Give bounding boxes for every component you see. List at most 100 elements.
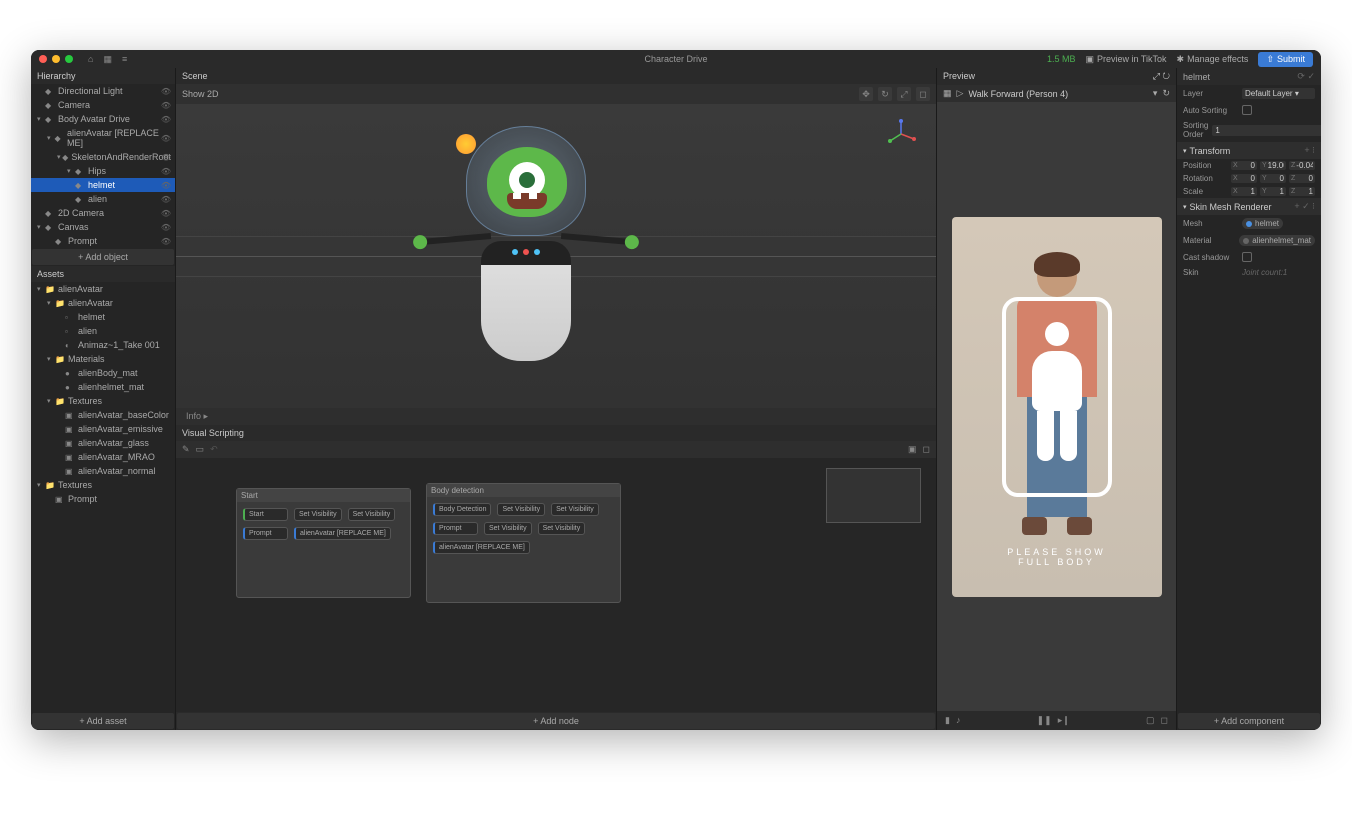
hierarchy-item[interactable]: ▾◆Canvas👁: [31, 220, 175, 234]
hierarchy-item[interactable]: ◆2D Camera👁: [31, 206, 175, 220]
vs-node[interactable]: Prompt: [433, 522, 478, 535]
play-icon[interactable]: ▷: [957, 88, 964, 99]
position-x-input[interactable]: X: [1231, 161, 1257, 170]
asset-item[interactable]: ●alienhelmet_mat: [31, 380, 175, 394]
show-2d-button[interactable]: Show 2D: [182, 89, 219, 99]
position-z-input[interactable]: Z: [1289, 161, 1315, 170]
move-tool-icon[interactable]: ✥: [859, 87, 873, 101]
maximize-window-icon[interactable]: [65, 55, 73, 63]
add-object-button[interactable]: + Add object: [32, 249, 174, 265]
asset-item[interactable]: ●alienBody_mat: [31, 366, 175, 380]
vs-node[interactable]: Set Visibility: [551, 503, 599, 516]
record-icon[interactable]: ◻: [1161, 715, 1168, 726]
vs-canvas[interactable]: Start Start Set Visibility Set Visibilit…: [176, 458, 936, 712]
manage-effects-button[interactable]: ✱ Manage effects: [1177, 54, 1249, 65]
hierarchy-item[interactable]: ▾◆Body Avatar Drive👁: [31, 112, 175, 126]
rotation-x-input[interactable]: X: [1231, 174, 1257, 183]
add-asset-button[interactable]: + Add asset: [32, 713, 174, 729]
scale-y-input[interactable]: Y: [1260, 187, 1286, 196]
expand-icon[interactable]: ◻: [923, 444, 930, 455]
asset-item[interactable]: ▣alienAvatar_MRAO: [31, 450, 175, 464]
next-frame-icon[interactable]: ▸❙: [1058, 715, 1070, 726]
material-chip[interactable]: alienhelmet_mat: [1239, 235, 1315, 246]
transform-section[interactable]: ▾Transform + ⁝: [1177, 142, 1321, 159]
vs-node[interactable]: Body Detection: [433, 503, 491, 516]
mesh-chip[interactable]: helmet: [1242, 218, 1283, 229]
scale-x-input[interactable]: X: [1231, 187, 1257, 196]
asset-item[interactable]: ▫alien: [31, 324, 175, 338]
home-icon[interactable]: ⌂: [88, 54, 93, 65]
orientation-gizmo[interactable]: [886, 119, 916, 149]
undo-icon[interactable]: ↶: [210, 444, 218, 455]
camera-icon[interactable]: ▦: [943, 88, 952, 99]
renderer-section[interactable]: ▾Skin Mesh Renderer + ✓ ⁝: [1177, 198, 1321, 215]
node-group-body-detection[interactable]: Body detection Body Detection Set Visibi…: [426, 483, 621, 603]
alien-character[interactable]: [441, 126, 611, 386]
asset-item[interactable]: ▣alienAvatar_emissive: [31, 422, 175, 436]
scene-viewport[interactable]: [176, 104, 936, 408]
vs-node[interactable]: Set Visibility: [497, 503, 545, 516]
vs-node[interactable]: Start: [243, 508, 288, 521]
grid-icon[interactable]: ▦: [103, 54, 112, 65]
info-bar[interactable]: Info ▸: [176, 408, 936, 425]
asset-item[interactable]: ▣Prompt: [31, 492, 175, 506]
pause-icon[interactable]: ❚❚: [1037, 715, 1052, 726]
hierarchy-item[interactable]: ◆Prompt👁: [31, 234, 175, 248]
add-component-button[interactable]: + Add component: [1178, 713, 1320, 729]
rotation-y-input[interactable]: Y: [1260, 174, 1286, 183]
asset-item[interactable]: ▾📁alienAvatar: [31, 282, 175, 296]
add-node-button[interactable]: + Add node: [177, 713, 935, 729]
rect-tool-icon[interactable]: ◻: [916, 87, 930, 101]
vs-node[interactable]: Set Visibility: [538, 522, 586, 535]
hierarchy-item[interactable]: ◆Directional Light👁: [31, 84, 175, 98]
submit-button[interactable]: ⇧ Submit: [1258, 52, 1313, 67]
asset-item[interactable]: ▾📁alienAvatar: [31, 296, 175, 310]
close-window-icon[interactable]: [39, 55, 47, 63]
device-icon[interactable]: ▮: [945, 715, 950, 726]
tiktok-icon[interactable]: ♪: [956, 715, 961, 726]
asset-item[interactable]: ▣alienAvatar_normal: [31, 464, 175, 478]
asset-item[interactable]: ▾📁Textures: [31, 478, 175, 492]
rotate-tool-icon[interactable]: ↻: [878, 87, 892, 101]
minimize-window-icon[interactable]: [52, 55, 60, 63]
fit-view-icon[interactable]: ▣: [908, 444, 917, 455]
asset-item[interactable]: ▫helmet: [31, 310, 175, 324]
screenshot-icon[interactable]: ▢: [1146, 715, 1155, 726]
scale-tool-icon[interactable]: ⤢: [897, 87, 911, 101]
animation-name[interactable]: Walk Forward (Person 4): [968, 89, 1147, 99]
layers-icon[interactable]: ≡: [122, 54, 127, 65]
hierarchy-item[interactable]: ▾◆alienAvatar [REPLACE ME]👁: [31, 126, 175, 150]
preview-popout-icon[interactable]: ⤢ ↻: [1153, 71, 1170, 82]
cast-shadow-checkbox[interactable]: [1242, 252, 1252, 262]
vs-minimap[interactable]: [826, 468, 921, 523]
node-group-start[interactable]: Start Start Set Visibility Set Visibilit…: [236, 488, 411, 598]
rotation-z-input[interactable]: Z: [1289, 174, 1315, 183]
scale-z-input[interactable]: Z: [1289, 187, 1315, 196]
lock-icon[interactable]: ⟳ ✓: [1297, 71, 1315, 82]
vs-node[interactable]: Set Visibility: [348, 508, 396, 521]
position-y-input[interactable]: Y: [1260, 161, 1286, 170]
layer-dropdown[interactable]: Default Layer ▾: [1242, 88, 1315, 99]
vs-node[interactable]: Set Visibility: [484, 522, 532, 535]
hierarchy-item[interactable]: ◆alien👁: [31, 192, 175, 206]
auto-sorting-checkbox[interactable]: [1242, 105, 1252, 115]
vs-node[interactable]: Prompt: [243, 527, 288, 540]
vs-node[interactable]: Set Visibility: [294, 508, 342, 521]
hierarchy-item[interactable]: ▾◆SkeletonAndRenderRoot👁: [31, 150, 175, 164]
path-tool-icon[interactable]: ✎: [182, 444, 190, 455]
vs-node[interactable]: alienAvatar [REPLACE ME]: [433, 541, 530, 554]
hierarchy-item[interactable]: ◆helmet👁: [31, 178, 175, 192]
asset-item[interactable]: ▣alienAvatar_baseColor: [31, 408, 175, 422]
hierarchy-item[interactable]: ◆Camera👁: [31, 98, 175, 112]
asset-item[interactable]: ▾📁Materials: [31, 352, 175, 366]
refresh-icon[interactable]: ↻: [1162, 88, 1170, 99]
select-tool-icon[interactable]: ▭: [196, 444, 205, 455]
vs-node[interactable]: alienAvatar [REPLACE ME]: [294, 527, 391, 540]
preview-tiktok-button[interactable]: ▣ Preview in TikTok: [1085, 54, 1166, 65]
asset-item[interactable]: ▣alienAvatar_glass: [31, 436, 175, 450]
dropdown-icon[interactable]: ▾: [1153, 88, 1158, 99]
asset-item[interactable]: ◐Animaz~1_Take 001: [31, 338, 175, 352]
asset-item[interactable]: ▾📁Textures: [31, 394, 175, 408]
hierarchy-item[interactable]: ▾◆Hips👁: [31, 164, 175, 178]
sorting-order-input[interactable]: [1212, 125, 1321, 136]
